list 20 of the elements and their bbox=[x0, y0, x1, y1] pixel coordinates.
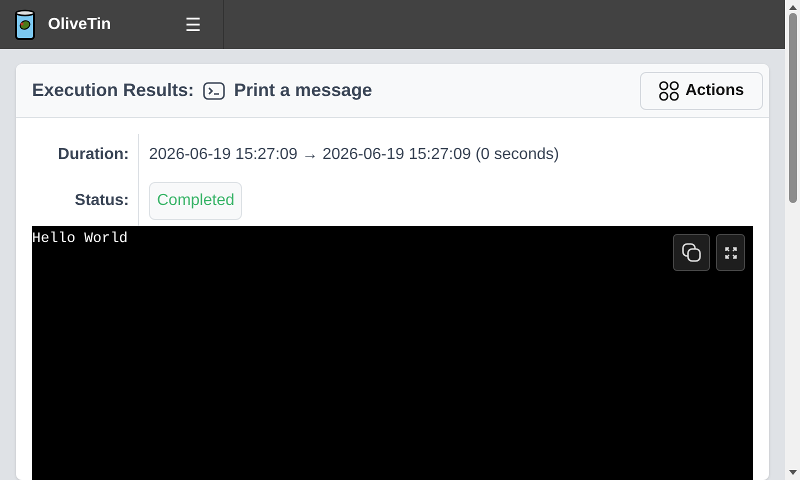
output-text: Hello World bbox=[32, 230, 128, 249]
copy-button[interactable] bbox=[673, 234, 710, 271]
action-title: Print a message bbox=[234, 79, 372, 102]
menu-button[interactable]: ☰ bbox=[185, 16, 201, 34]
grid-icon bbox=[659, 80, 680, 100]
app-title: OliveTin bbox=[48, 14, 111, 34]
scroll-up-icon[interactable] bbox=[788, 4, 796, 10]
terminal-icon bbox=[203, 82, 226, 100]
detail-value: 2026-06-19 15:27:09 → 2026-06-19 15:27:09 (0 seconds) bbox=[149, 145, 560, 165]
actions-button[interactable]: Actions bbox=[640, 72, 763, 110]
detail-label: Status: bbox=[74, 191, 129, 211]
copy-icon bbox=[682, 242, 702, 262]
olive-tin-icon bbox=[14, 8, 36, 40]
scroll-thumb[interactable] bbox=[788, 13, 796, 203]
expand-icon bbox=[724, 246, 736, 258]
fullscreen-button[interactable] bbox=[716, 234, 745, 271]
detail-label: Duration: bbox=[58, 145, 129, 165]
status-badge: Completed bbox=[149, 182, 242, 220]
card-title: Execution Results: bbox=[32, 79, 194, 102]
scroll-down-icon[interactable] bbox=[788, 470, 796, 476]
